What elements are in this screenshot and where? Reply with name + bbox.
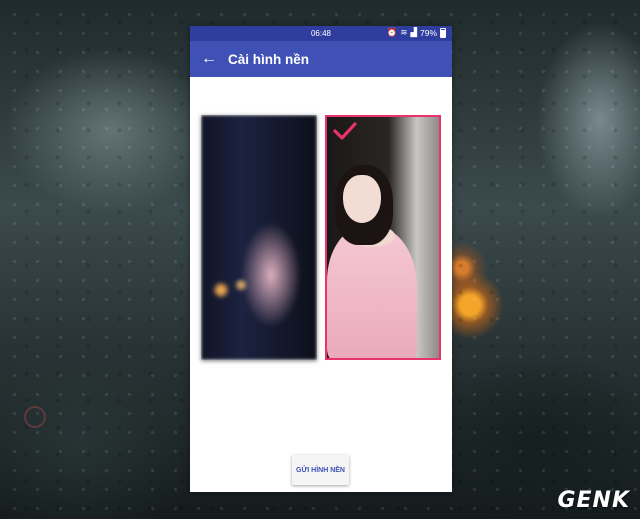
status-icons: ⏰ ≋ ▟ 79% [387,27,446,38]
arrow-back-icon[interactable]: ← [190,41,228,77]
wallpaper-figure-face [343,175,381,223]
check-icon [333,122,357,140]
wallpaper-option-blurred[interactable] [201,115,317,360]
wallpaper-image [201,115,317,360]
wallpaper-option-selected[interactable] [325,115,441,360]
signal-icon: ▟ [410,27,417,37]
wifi-icon: ≋ [400,27,408,37]
alarm-icon: ⏰ [386,27,398,37]
genk-logo: GENK [557,488,630,513]
camera-watermark-icon [24,406,46,428]
phone-screen: 06:48 ⏰ ≋ ▟ 79% ← Cài hình nền GỬI HÌNH … [190,26,452,492]
status-bar: 06:48 ⏰ ≋ ▟ 79% [190,26,452,41]
app-bar: ← Cài hình nền [190,41,452,77]
wallpaper-picker: GỬI HÌNH NỀN [190,77,452,492]
battery-percent: 79% [419,27,437,38]
status-time: 06:48 [310,29,332,38]
page-title: Cài hình nền [228,51,309,67]
send-wallpaper-button[interactable]: GỬI HÌNH NỀN [292,455,349,485]
battery-icon [440,27,446,38]
